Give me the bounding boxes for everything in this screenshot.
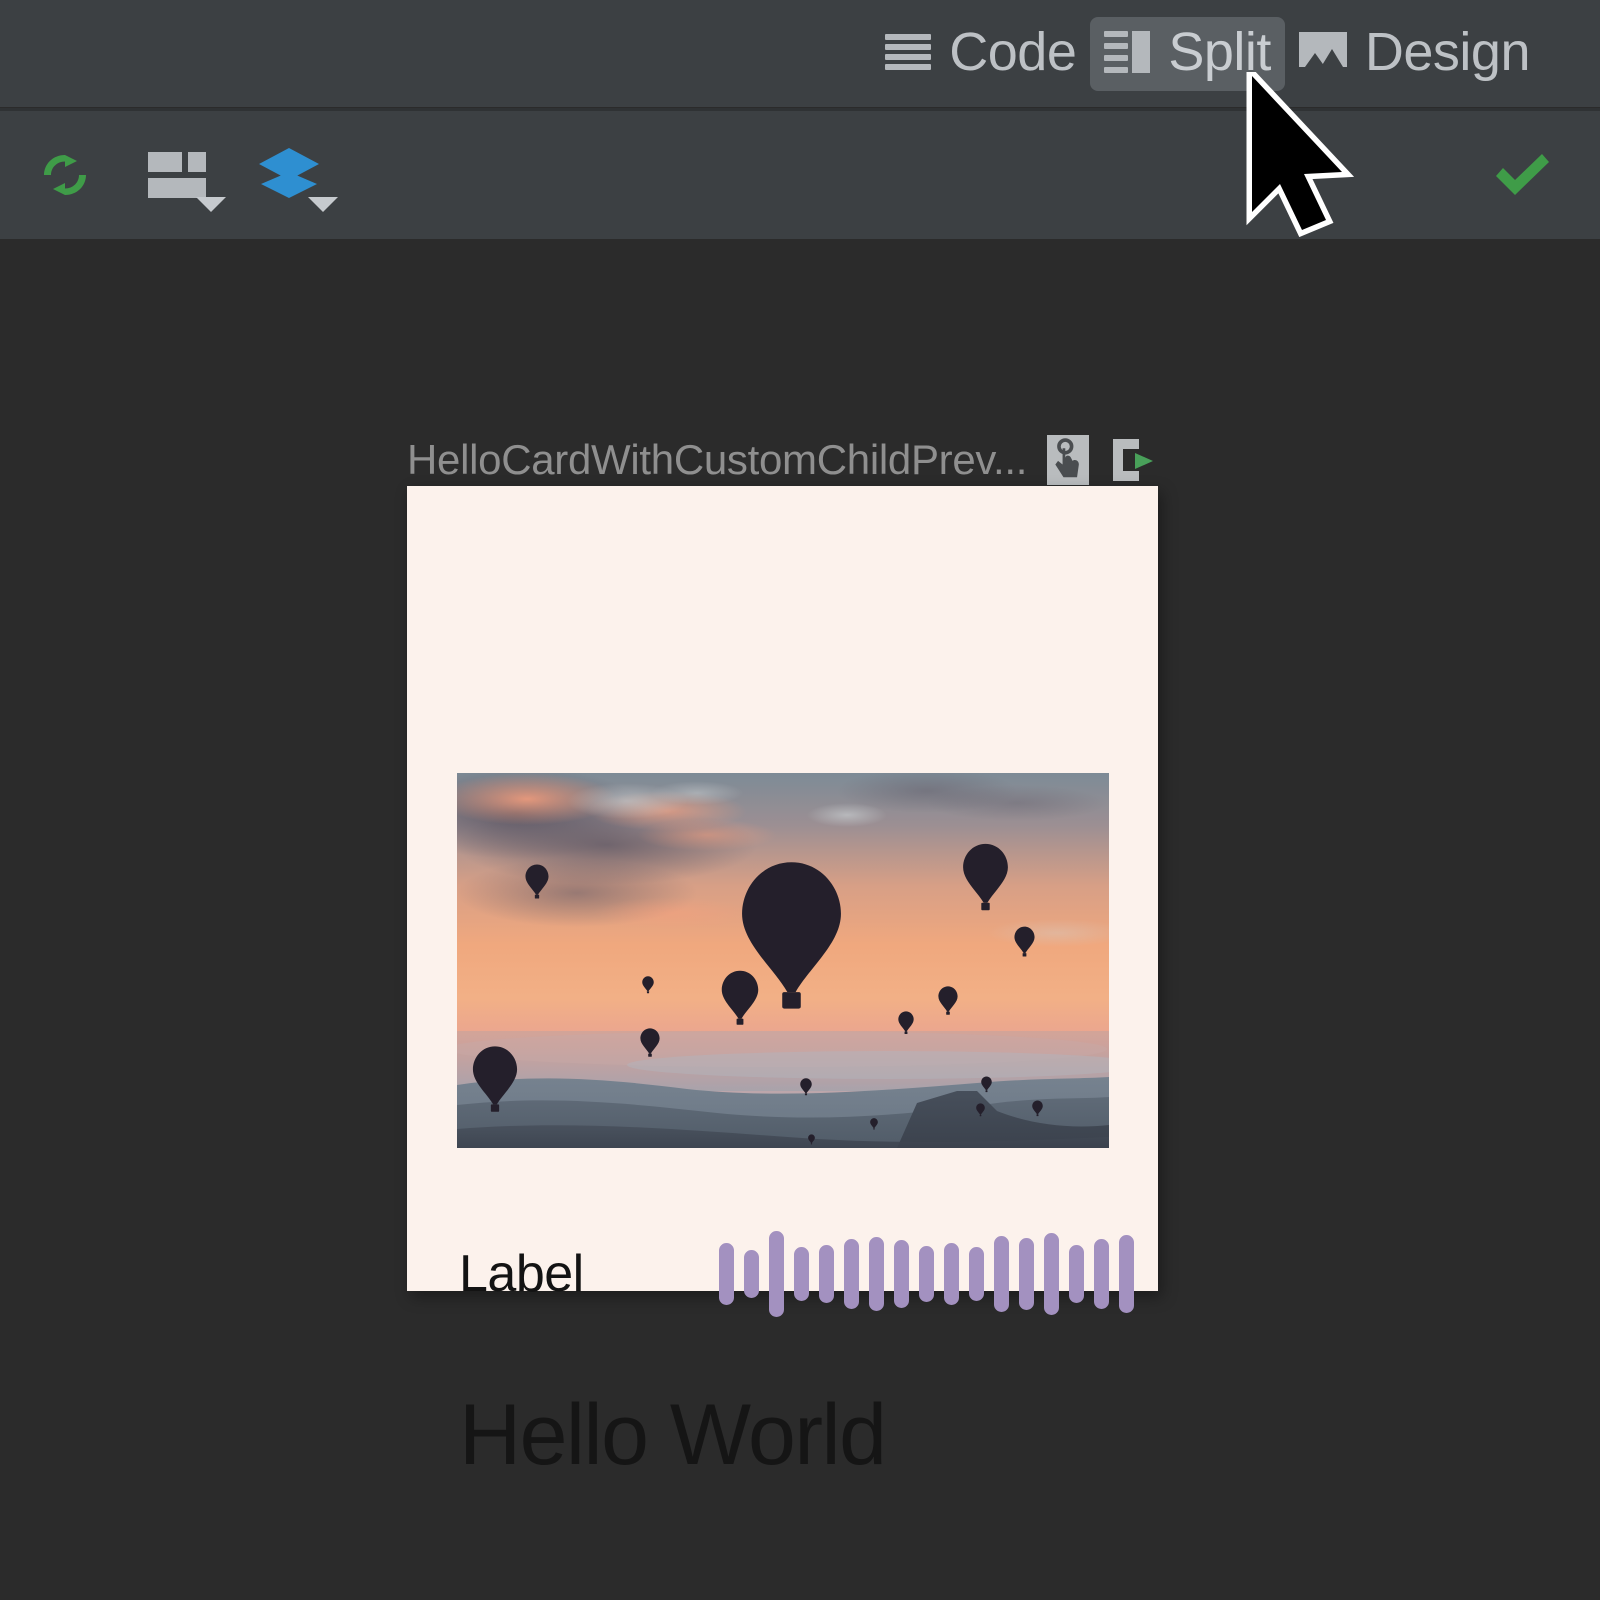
card-label: Label [459, 1245, 584, 1303]
layout-grid-icon [148, 152, 206, 198]
preview-tool-group [0, 142, 338, 212]
interactive-mode-icon[interactable] [1047, 435, 1090, 485]
audio-waveform [719, 1219, 1134, 1329]
tab-code[interactable]: Code [871, 17, 1090, 91]
view-layout-button[interactable] [144, 142, 226, 212]
waveform-bar [719, 1243, 734, 1305]
tab-design[interactable]: Design [1285, 17, 1544, 91]
tab-design-label: Design [1364, 21, 1531, 82]
waveform-bar [994, 1236, 1009, 1312]
preview-action-bar [0, 108, 1600, 239]
chevron-down-icon[interactable] [196, 197, 226, 212]
code-lines-icon [885, 33, 932, 70]
tab-code-label: Code [949, 21, 1077, 82]
editor-mode-group: Code Split Design [871, 16, 1600, 91]
waveform-bar [894, 1240, 909, 1308]
waveform-bar [744, 1250, 759, 1298]
preview-header: HelloCardWithCustomChildPrev... [407, 435, 1155, 485]
editor-mode-bar: Code Split Design [0, 0, 1600, 107]
waveform-bar [919, 1246, 934, 1302]
waveform-bar [1119, 1235, 1134, 1313]
waveform-bar [969, 1247, 984, 1301]
waveform-bar [844, 1239, 859, 1309]
waveform-bar [1069, 1245, 1084, 1303]
preview-card[interactable]: Label Hello World [407, 486, 1158, 1483]
preview-title: HelloCardWithCustomChildPrev... [407, 436, 1028, 483]
waveform-bar [1094, 1239, 1109, 1309]
layers-button[interactable] [256, 142, 338, 212]
waveform-bar [794, 1247, 809, 1301]
waveform-bar [944, 1243, 959, 1305]
refresh-icon [37, 147, 93, 203]
waveform-bar [1044, 1233, 1059, 1315]
tab-split-label: Split [1168, 21, 1271, 82]
card-label-row: Label [459, 1219, 1134, 1329]
waveform-bar [1019, 1238, 1034, 1310]
build-ok-check [1490, 148, 1554, 202]
chevron-down-icon[interactable] [308, 197, 338, 212]
preview-surface: HelloCardWithCustomChildPrev... Label He… [0, 240, 1600, 1600]
waveform-bar [869, 1237, 884, 1311]
tab-split[interactable]: Split [1090, 16, 1285, 91]
run-on-device-icon[interactable] [1109, 435, 1155, 485]
design-image-icon [1298, 31, 1347, 72]
waveform-bar [769, 1231, 784, 1317]
card-title: Hello World [459, 1387, 887, 1483]
refresh-preview-button[interactable] [32, 142, 98, 208]
hot-air-balloons-sunset-photo [457, 773, 1109, 1148]
waveform-bar [819, 1245, 834, 1303]
split-view-icon [1104, 30, 1151, 73]
